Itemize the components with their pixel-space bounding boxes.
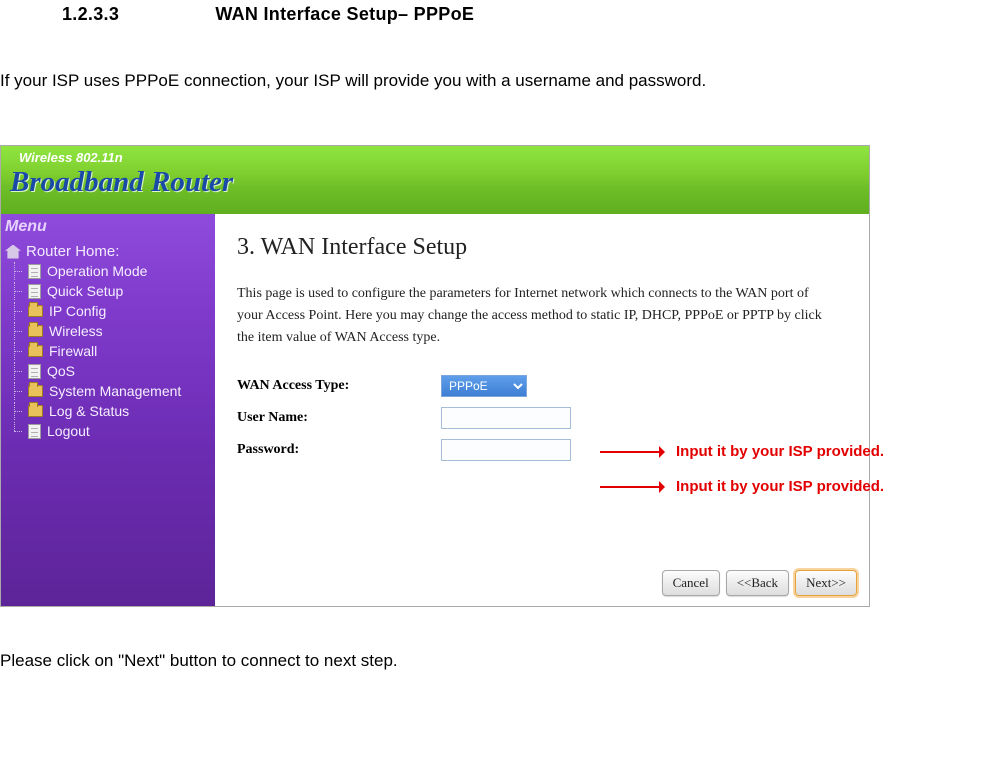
- back-button[interactable]: <<Back: [726, 570, 789, 596]
- router-banner: Wireless 802.11n Broadband Router: [1, 146, 869, 214]
- sidebar-item-quick-setup[interactable]: Quick Setup: [8, 281, 215, 301]
- folder-icon: [28, 325, 43, 337]
- sidebar-item-label: Operation Mode: [47, 263, 147, 279]
- sidebar-item-label: QoS: [47, 363, 75, 379]
- router-admin-ui: Wireless 802.11n Broadband Router Menu R…: [0, 145, 870, 607]
- password-input[interactable]: [441, 439, 571, 461]
- sidebar-item-label: Firewall: [49, 343, 97, 359]
- annotation-password: Input it by your ISP provided.: [600, 478, 884, 495]
- sidebar-item-label: Log & Status: [49, 403, 129, 419]
- doc-intro-text: If your ISP uses PPPoE connection, your …: [0, 27, 985, 99]
- doc-section-heading: 1.2.3.3 WAN Interface Setup– PPPoE: [0, 0, 985, 27]
- sidebar-item-label: System Management: [49, 383, 181, 399]
- document-icon: [28, 424, 41, 439]
- tree-line-icon: [8, 302, 22, 320]
- wan-access-type-select[interactable]: PPPoE: [441, 375, 527, 397]
- doc-outro-text: Please click on "Next" button to connect…: [0, 607, 985, 671]
- content-heading: 3. WAN Interface Setup: [237, 234, 857, 261]
- sidebar-menu-title: Menu: [1, 216, 215, 242]
- username-input[interactable]: [441, 407, 571, 429]
- tree-line-icon: [8, 262, 22, 280]
- folder-icon: [28, 345, 43, 357]
- tree-line-icon: [8, 402, 22, 420]
- annotation-username: Input it by your ISP provided.: [600, 443, 884, 460]
- arrow-icon: [600, 451, 662, 453]
- sidebar-item-label: Wireless: [49, 323, 103, 339]
- sidebar-item-system-management[interactable]: System Management: [8, 381, 215, 401]
- sidebar-item-operation-mode[interactable]: Operation Mode: [8, 261, 215, 281]
- sidebar-item-firewall[interactable]: Firewall: [8, 341, 215, 361]
- sidebar-item-label: IP Config: [49, 303, 106, 319]
- folder-icon: [28, 305, 43, 317]
- password-label: Password:: [237, 442, 441, 458]
- home-icon: [5, 245, 21, 259]
- tree-line-icon: [8, 342, 22, 360]
- sidebar-item-qos[interactable]: QoS: [8, 361, 215, 381]
- username-label: User Name:: [237, 410, 441, 426]
- sidebar-item-logout[interactable]: Logout: [8, 421, 215, 441]
- sidebar-root[interactable]: Router Home:: [5, 242, 215, 261]
- sidebar-item-label: Quick Setup: [47, 283, 123, 299]
- tree-line-icon: [8, 282, 22, 300]
- tree-line-icon: [8, 382, 22, 400]
- document-icon: [28, 284, 41, 299]
- sidebar: Menu Router Home: Operation Mode Quick Se…: [1, 214, 215, 606]
- screenshot-wrap: Wireless 802.11n Broadband Router Menu R…: [0, 145, 985, 607]
- doc-section-title: WAN Interface Setup– PPPoE: [215, 4, 474, 24]
- sidebar-item-wireless[interactable]: Wireless: [8, 321, 215, 341]
- content-panel: 3. WAN Interface Setup This page is used…: [215, 214, 869, 606]
- tree-line-icon: [8, 422, 22, 440]
- sidebar-item-log-status[interactable]: Log & Status: [8, 401, 215, 421]
- next-button[interactable]: Next>>: [795, 570, 857, 596]
- document-icon: [28, 264, 41, 279]
- banner-title: Broadband Router: [10, 166, 233, 199]
- sidebar-item-label: Logout: [47, 423, 90, 439]
- sidebar-item-ip-config[interactable]: IP Config: [8, 301, 215, 321]
- arrow-icon: [600, 486, 662, 488]
- cancel-button[interactable]: Cancel: [662, 570, 720, 596]
- wan-access-type-label: WAN Access Type:: [237, 378, 441, 394]
- sidebar-root-label: Router Home:: [26, 243, 119, 260]
- annotation-username-text: Input it by your ISP provided.: [676, 443, 884, 460]
- banner-wireless-label: Wireless 802.11n: [19, 150, 123, 165]
- tree-line-icon: [8, 322, 22, 340]
- folder-icon: [28, 405, 43, 417]
- annotation-password-text: Input it by your ISP provided.: [676, 478, 884, 495]
- folder-icon: [28, 385, 43, 397]
- content-description: This page is used to configure the param…: [237, 283, 837, 349]
- doc-section-number: 1.2.3.3: [62, 4, 210, 25]
- document-icon: [28, 364, 41, 379]
- tree-line-icon: [8, 362, 22, 380]
